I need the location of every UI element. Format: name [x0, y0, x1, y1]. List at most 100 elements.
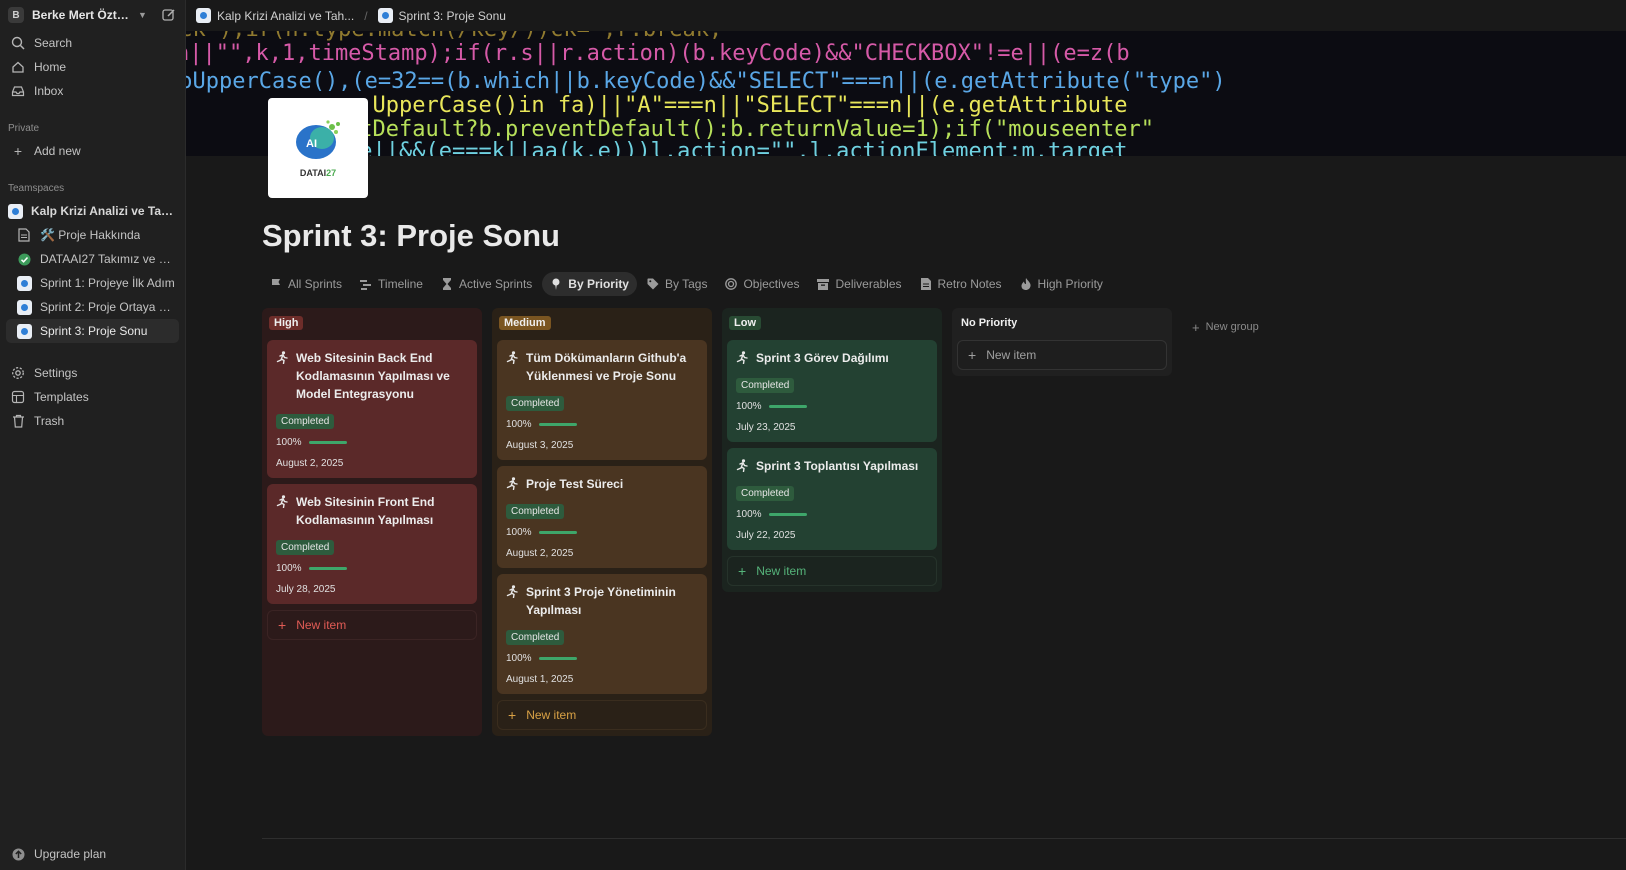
- sidebar-item-search[interactable]: Search: [0, 31, 185, 55]
- card-title: Sprint 3 Toplantısı Yapılması: [736, 457, 928, 475]
- tab-label: By Tags: [664, 277, 708, 291]
- board-card[interactable]: Web Sitesinin Front End Kodlamasının Yap…: [267, 484, 477, 604]
- column-header[interactable]: High: [267, 314, 477, 332]
- workspace-name: Berke Mert Öztür...: [32, 8, 132, 22]
- search-icon: [10, 35, 26, 51]
- sidebar: B Berke Mert Öztür... ▼ Search Home Inbo…: [0, 0, 186, 870]
- sidebar-item-sprint-3[interactable]: Sprint 3: Proje Sonu: [6, 319, 179, 343]
- workspace-switcher[interactable]: B Berke Mert Öztür... ▼: [0, 0, 185, 30]
- tab-by-priority[interactable]: By Priority: [542, 272, 637, 296]
- card-date: August 1, 2025: [506, 674, 574, 685]
- priority-badge-medium: Medium: [499, 316, 551, 330]
- plus-icon: +: [278, 617, 287, 633]
- new-page-icon[interactable]: [161, 7, 177, 23]
- new-group-button[interactable]: + New group: [1182, 318, 1259, 336]
- card-title-text: Proje Test Süreci: [526, 477, 624, 491]
- sidebar-item-sprint-1[interactable]: Sprint 1: Projeye İlk Adım: [0, 271, 185, 295]
- sidebar-item-proje-hakkinda[interactable]: 🛠️ Proje Hakkında: [0, 223, 185, 247]
- progress-value: 100%: [736, 401, 762, 412]
- sidebar-item-settings[interactable]: Settings: [0, 361, 185, 385]
- tab-objectives[interactable]: Objectives: [717, 272, 807, 296]
- workspace-avatar: B: [8, 7, 24, 23]
- progress-row: 100%: [736, 401, 928, 412]
- inbox-icon: [10, 83, 26, 99]
- flame-icon: [1020, 278, 1032, 290]
- board-card[interactable]: Tüm Dökümanların Github'a Yüklenmesi ve …: [497, 340, 707, 460]
- board-card[interactable]: Sprint 3 Görev Dağılımı Completed 100% J…: [727, 340, 937, 442]
- column-header[interactable]: Medium: [497, 314, 707, 332]
- sidebar-item-label: Inbox: [34, 84, 64, 98]
- progress-value: 100%: [506, 527, 532, 538]
- sidebar-item-teamspace[interactable]: Kalp Krizi Analizi ve Tahmini: [0, 199, 185, 223]
- board-card[interactable]: Proje Test Süreci Completed 100% August …: [497, 466, 707, 568]
- new-group-label: New group: [1205, 321, 1259, 333]
- board-card[interactable]: Web Sitesinin Back End Kodlamasının Yapı…: [267, 340, 477, 478]
- breadcrumb-item-current[interactable]: Sprint 3: Proje Sonu: [377, 8, 506, 23]
- runner-icon: [736, 457, 750, 475]
- column-medium: Medium Tüm Dökümanların Github'a Yüklenm…: [492, 308, 712, 736]
- progress-value: 100%: [276, 563, 302, 574]
- sidebar-item-label: Sprint 2: Proje Ortaya Çı...: [40, 300, 175, 314]
- view-tabs: All Sprints Timeline Active Sprints By P…: [262, 272, 1113, 296]
- card-title: Web Sitesinin Back End Kodlamasının Yapı…: [276, 349, 468, 403]
- status-badge: Completed: [276, 414, 335, 429]
- page-icon: [377, 8, 393, 23]
- cover-image[interactable]: ick");ir(n.type.match(/key/))ck=•;r.brea…: [186, 31, 1626, 156]
- progress-row: 100%: [506, 653, 698, 664]
- sidebar-item-inbox[interactable]: Inbox: [0, 79, 185, 103]
- card-date: July 22, 2025: [736, 530, 796, 541]
- new-item-button[interactable]: + New item: [497, 700, 707, 730]
- document-icon: [16, 227, 32, 243]
- tab-label: Deliverables: [835, 277, 902, 291]
- tab-active-sprints[interactable]: Active Sprints: [433, 272, 540, 296]
- target-icon: [725, 278, 738, 290]
- plus-icon: +: [13, 143, 23, 159]
- column-header[interactable]: No Priority: [957, 314, 1167, 332]
- sidebar-item-label: Add new: [34, 144, 81, 158]
- page-title[interactable]: Sprint 3: Proje Sonu: [262, 218, 560, 254]
- sidebar-item-templates[interactable]: Templates: [0, 385, 185, 409]
- teamspace-icon: [7, 203, 23, 219]
- card-title-text: Sprint 3 Görev Dağılımı: [756, 351, 889, 365]
- tab-label: Active Sprints: [458, 277, 533, 291]
- tab-deliverables[interactable]: Deliverables: [809, 272, 909, 296]
- runner-icon: [276, 493, 290, 529]
- board-card[interactable]: Sprint 3 Proje Yönetiminin Yapılması Com…: [497, 574, 707, 694]
- new-item-button[interactable]: + New item: [957, 340, 1167, 370]
- board-card[interactable]: Sprint 3 Toplantısı Yapılması Completed …: [727, 448, 937, 550]
- sidebar-item-add-new[interactable]: + Add new: [0, 139, 185, 163]
- trash-icon: [10, 413, 26, 429]
- templates-icon: [10, 389, 26, 405]
- tab-label: By Priority: [568, 277, 629, 291]
- column-header[interactable]: Low: [727, 314, 937, 332]
- page-logo[interactable]: AI DATAI27: [268, 98, 368, 198]
- progress-bar: [538, 531, 577, 534]
- new-item-label: New item: [526, 708, 577, 722]
- runner-icon: [506, 349, 520, 385]
- tab-all-sprints[interactable]: All Sprints: [262, 272, 350, 296]
- tab-retro-notes[interactable]: Retro Notes: [912, 272, 1010, 296]
- progress-row: 100%: [506, 419, 698, 430]
- new-item-label: New item: [756, 564, 807, 578]
- card-title: Tüm Dökümanların Github'a Yüklenmesi ve …: [506, 349, 698, 385]
- sidebar-item-sprint-2[interactable]: Sprint 2: Proje Ortaya Çı...: [0, 295, 185, 319]
- sidebar-item-home[interactable]: Home: [0, 55, 185, 79]
- sidebar-item-label: Kalp Krizi Analizi ve Tahmini: [31, 204, 175, 218]
- tab-by-tags[interactable]: By Tags: [639, 272, 715, 296]
- pin-icon: [550, 278, 562, 290]
- sidebar-item-trash[interactable]: Trash: [0, 409, 185, 433]
- chevron-down-icon[interactable]: ▼: [138, 10, 147, 20]
- new-item-button[interactable]: + New item: [267, 610, 477, 640]
- progress-bar: [538, 423, 577, 426]
- tab-high-priority[interactable]: High Priority: [1012, 272, 1111, 296]
- new-item-label: New item: [986, 348, 1037, 362]
- tab-label: High Priority: [1037, 277, 1103, 291]
- cover-code-line: toUpperCase(),(e=32==(b.which||b.keyCode…: [186, 69, 1226, 94]
- progress-bar: [768, 513, 807, 516]
- new-item-button[interactable]: + New item: [727, 556, 937, 586]
- sidebar-item-dataai27[interactable]: DATAAI27 Takımız ve Gör...: [0, 247, 185, 271]
- upgrade-plan-button[interactable]: Upgrade plan: [0, 842, 116, 866]
- tab-timeline[interactable]: Timeline: [352, 272, 431, 296]
- status-badge: Completed: [506, 630, 565, 645]
- breadcrumb-item-teamspace[interactable]: Kalp Krizi Analizi ve Tah...: [196, 8, 354, 23]
